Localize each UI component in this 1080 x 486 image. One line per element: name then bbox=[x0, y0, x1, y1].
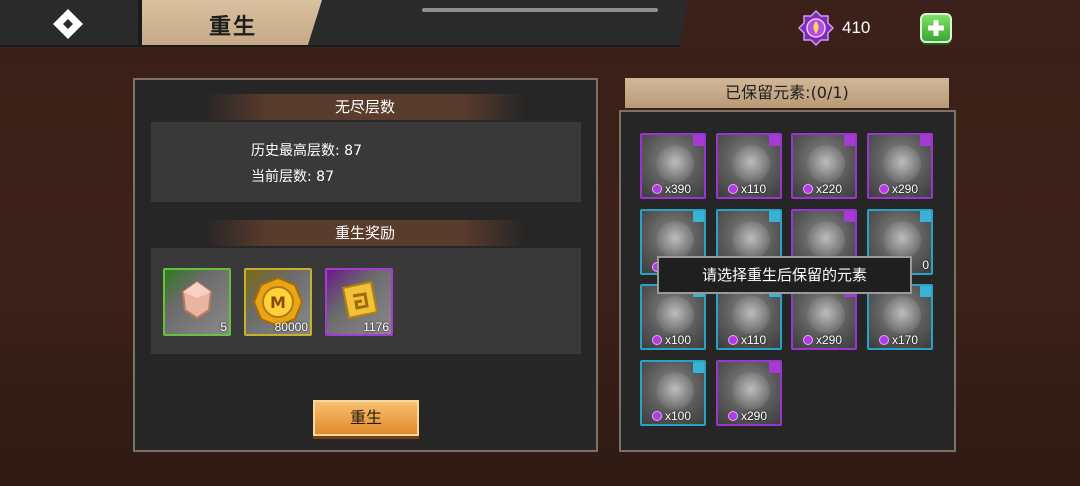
purple-gem-icon bbox=[798, 10, 834, 46]
top-divider bbox=[422, 8, 658, 12]
reward-item[interactable]: 1176 bbox=[325, 268, 393, 336]
element-count: x390 bbox=[652, 182, 691, 196]
purple-gem-icon bbox=[728, 411, 738, 421]
rewards-box: 5 M 80000 1176 bbox=[151, 248, 581, 354]
element-portrait-icon bbox=[732, 296, 770, 334]
purple-gem-icon bbox=[652, 184, 662, 194]
rarity-corner-icon bbox=[844, 135, 855, 146]
element-portrait-icon bbox=[656, 372, 694, 410]
element-count: 0 bbox=[922, 258, 929, 272]
element-card[interactable]: x290 bbox=[716, 360, 782, 426]
rarity-corner-icon bbox=[920, 135, 931, 146]
element-portrait-icon bbox=[807, 296, 845, 334]
reward-item[interactable]: 5 bbox=[163, 268, 231, 336]
purple-gem-icon bbox=[803, 335, 813, 345]
element-count: x170 bbox=[879, 333, 918, 347]
rarity-corner-icon bbox=[769, 135, 780, 146]
element-count: x290 bbox=[879, 182, 918, 196]
rarity-corner-icon bbox=[769, 362, 780, 373]
purple-gem-icon bbox=[652, 335, 662, 345]
back-button[interactable] bbox=[46, 6, 90, 42]
reward-count: 80000 bbox=[274, 320, 308, 334]
svg-text:M: M bbox=[270, 293, 286, 312]
top-bar-right bbox=[680, 0, 1080, 47]
rebirth-info-panel: 无尽层数 历史最高层数: 87 当前层数: 87 重生奖励 5 M 80000 bbox=[133, 78, 598, 452]
element-count: x100 bbox=[652, 409, 691, 423]
element-portrait-icon bbox=[656, 296, 694, 334]
element-count: x110 bbox=[728, 333, 766, 347]
purple-gem-icon bbox=[728, 184, 738, 194]
endless-stats-box: 历史最高层数: 87 当前层数: 87 bbox=[151, 122, 581, 202]
purple-gem-icon bbox=[803, 184, 813, 194]
currency-value: 410 bbox=[842, 18, 871, 37]
reward-section-title: 重生奖励 bbox=[205, 220, 525, 246]
rarity-corner-icon bbox=[920, 286, 931, 297]
reward-item[interactable]: M 80000 bbox=[244, 268, 312, 336]
element-portrait-icon bbox=[732, 372, 770, 410]
select-element-tooltip: 请选择重生后保留的元素 bbox=[657, 256, 912, 294]
rarity-corner-icon bbox=[693, 211, 704, 222]
element-portrait-icon bbox=[807, 221, 845, 259]
retained-elements-title: 已保留元素:(0/1) bbox=[625, 78, 949, 108]
element-card[interactable]: x390 bbox=[640, 133, 706, 199]
element-count: x290 bbox=[728, 409, 767, 423]
rarity-corner-icon bbox=[844, 211, 855, 222]
element-card[interactable]: x110 bbox=[716, 133, 782, 199]
currency-display: 410 bbox=[798, 10, 870, 46]
purple-gem-icon bbox=[652, 411, 662, 421]
rarity-corner-icon bbox=[769, 211, 780, 222]
element-portrait-icon bbox=[883, 296, 921, 334]
element-portrait-icon bbox=[883, 145, 921, 183]
rarity-corner-icon bbox=[693, 135, 704, 146]
purple-gem-icon bbox=[879, 335, 889, 345]
element-portrait-icon bbox=[732, 221, 770, 259]
purple-gem-icon bbox=[879, 184, 889, 194]
title-tab: 重生 bbox=[138, 0, 322, 47]
rarity-corner-icon bbox=[920, 211, 931, 222]
rarity-corner-icon bbox=[693, 362, 704, 373]
element-count: x110 bbox=[728, 182, 766, 196]
element-card[interactable]: x100 bbox=[640, 360, 706, 426]
element-portrait-icon bbox=[656, 145, 694, 183]
current-floor-label: 当前层数: 87 bbox=[251, 169, 334, 185]
reward-count: 5 bbox=[220, 320, 227, 334]
highest-floor-label: 历史最高层数: 87 bbox=[251, 143, 362, 159]
add-currency-button[interactable] bbox=[920, 13, 952, 43]
plus-icon bbox=[928, 20, 944, 36]
element-portrait-icon bbox=[732, 145, 770, 183]
element-portrait-icon bbox=[656, 221, 694, 259]
element-card[interactable]: x220 bbox=[791, 133, 857, 199]
back-arrow-icon bbox=[53, 9, 83, 39]
element-count: x290 bbox=[803, 333, 842, 347]
element-portrait-icon bbox=[883, 221, 921, 259]
purple-gem-icon bbox=[728, 335, 738, 345]
reward-count: 1176 bbox=[363, 320, 389, 334]
element-count: x100 bbox=[652, 333, 691, 347]
element-portrait-icon bbox=[807, 145, 845, 183]
element-count: x220 bbox=[803, 182, 842, 196]
rebirth-button[interactable]: 重生 bbox=[313, 400, 419, 436]
page-title: 重生 bbox=[208, 15, 257, 40]
endless-section-title: 无尽层数 bbox=[205, 94, 525, 120]
element-card[interactable]: x290 bbox=[867, 133, 933, 199]
